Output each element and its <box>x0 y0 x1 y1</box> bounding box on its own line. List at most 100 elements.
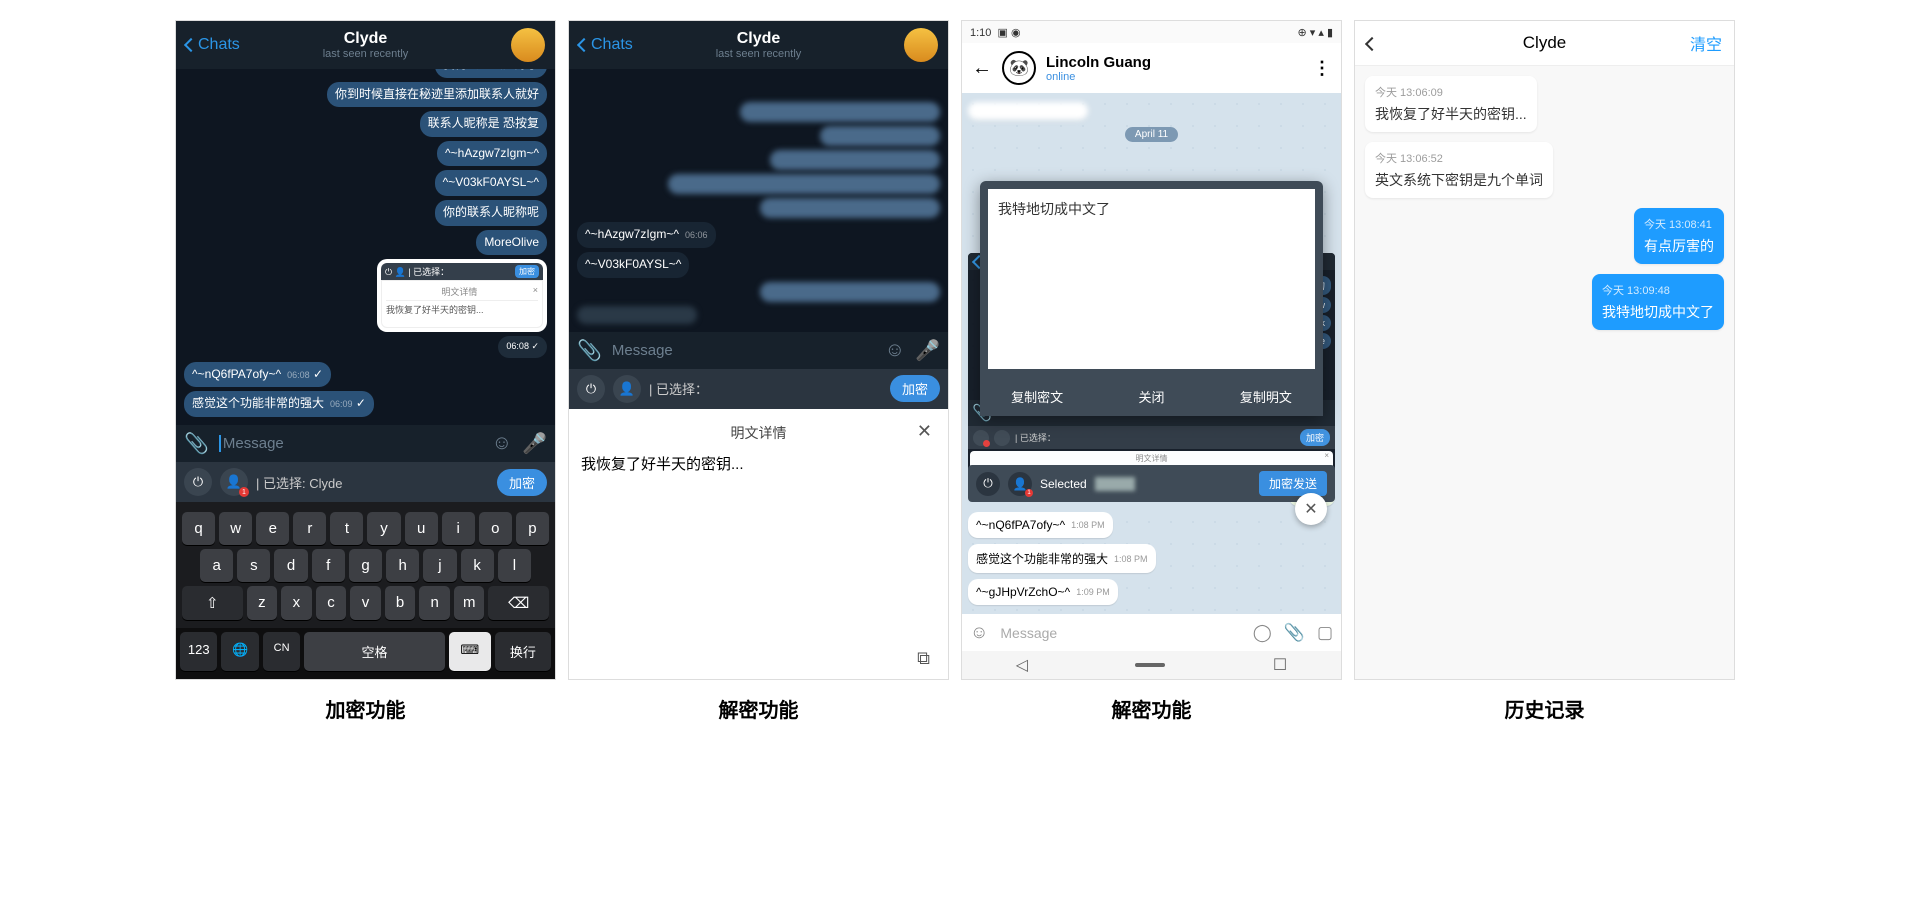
blurred-msg[interactable] <box>668 174 940 194</box>
message-out[interactable]: 我再去睡会儿好了 <box>435 69 547 78</box>
message-nick[interactable]: MoreOlive <box>476 230 547 256</box>
key-i[interactable]: i <box>442 512 475 545</box>
nav-recent[interactable]: ☐ <box>1273 655 1287 675</box>
message-cipher[interactable]: ^~V03kF0AYSL~^ <box>435 170 547 196</box>
history-item[interactable]: 今天 13:06:52英文系统下密钥是九个单词 <box>1365 142 1553 198</box>
power-icon[interactable]: ⏻ <box>976 472 1000 496</box>
key-r[interactable]: r <box>293 512 326 545</box>
avatar[interactable]: 🐼 <box>1002 51 1036 85</box>
contact-icon[interactable]: 👤1 <box>1008 472 1032 496</box>
chat-scroll[interactable]: 恩，麻烦拉 我再去睡会儿好了 你到时候直接在秘迹里添加联系人就好 联系人昵称是 … <box>176 69 555 425</box>
message-input[interactable]: Message <box>612 342 875 359</box>
blurred-msg[interactable] <box>760 282 940 302</box>
shift-key[interactable]: ⇧ <box>182 586 243 620</box>
message-cipher[interactable]: ^~nQ6fPA7ofy~^1:08 PM <box>968 512 1113 538</box>
key-l[interactable]: l <box>498 549 531 582</box>
key-q[interactable]: q <box>182 512 215 545</box>
power-icon[interactable]: ⏻ <box>577 375 605 403</box>
back-icon[interactable]: ← <box>972 57 992 80</box>
key-j[interactable]: j <box>423 549 456 582</box>
attach-icon[interactable]: 📎 <box>1284 623 1305 643</box>
attach-icon[interactable]: 📎 <box>577 338 602 363</box>
key-f[interactable]: f <box>312 549 345 582</box>
key-g[interactable]: g <box>349 549 382 582</box>
back-button[interactable]: Chats <box>579 36 633 54</box>
chat-title[interactable]: Clyde <box>323 30 409 48</box>
history-item[interactable]: 今天 13:09:48我特地切成中文了 <box>1592 274 1724 330</box>
key-n[interactable]: n <box>419 586 450 620</box>
mic-icon[interactable]: ▢ <box>1317 623 1333 643</box>
copy-cipher-button[interactable]: 复制密文 <box>980 377 1094 416</box>
key-s[interactable]: s <box>237 549 270 582</box>
encrypt-button[interactable]: 加密 <box>497 469 547 496</box>
encrypt-button[interactable]: 加密 <box>890 375 940 402</box>
mic-icon[interactable]: 🎤 <box>522 431 547 456</box>
back-button[interactable] <box>1367 33 1377 54</box>
key-x[interactable]: x <box>281 586 312 620</box>
clear-button[interactable]: 清空 <box>1690 31 1722 55</box>
message-zh[interactable]: 感觉这个功能非常的强大1:08 PM <box>968 544 1156 573</box>
key-v[interactable]: v <box>350 586 381 620</box>
key-y[interactable]: y <box>367 512 400 545</box>
key-o[interactable]: o <box>479 512 512 545</box>
key-c[interactable]: c <box>316 586 347 620</box>
avatar[interactable] <box>904 28 938 62</box>
key-m[interactable]: m <box>454 586 485 620</box>
history-item[interactable]: 今天 13:06:09我恢复了好半天的密钥... <box>1365 76 1537 132</box>
key-u[interactable]: u <box>405 512 438 545</box>
message-cipher[interactable]: ^~hAzgw7zIgm~^06:06 <box>577 222 716 248</box>
input-switch-key[interactable]: ⌨ <box>449 632 491 671</box>
history-list[interactable]: 今天 13:06:09我恢复了好半天的密钥... 今天 13:06:52英文系统下… <box>1355 66 1734 679</box>
backspace-key[interactable]: ⌫ <box>488 586 549 620</box>
sticker-icon[interactable]: ☺ <box>492 432 512 455</box>
blurred-msg[interactable] <box>577 306 697 324</box>
mic-icon[interactable]: 🎤 <box>915 338 940 363</box>
embedded-card[interactable]: ⏻ 👤 | 已选择：加密 明文详情 ×我恢复了好半天的密钥... <box>377 259 547 332</box>
blurred-msg[interactable] <box>968 102 1088 120</box>
message-zh[interactable]: 感觉这个功能非常的强大06:09 ✓ <box>184 391 374 417</box>
menu-icon[interactable]: ⋮ <box>1313 58 1331 79</box>
chat-scroll[interactable]: ^~hAzgw7zIgm~^06:06 ^~V03kF0AYSL~^ <box>569 69 948 332</box>
keyboard[interactable]: qwertyuiop asdfghjkl ⇧ zxcvbnm ⌫ <box>176 502 555 628</box>
chat-title[interactable]: Lincoln Guang <box>1046 54 1151 71</box>
key-d[interactable]: d <box>274 549 307 582</box>
globe-key[interactable]: 🌐 <box>221 632 258 671</box>
message-cipher[interactable]: ^~hAzgw7zIgm~^ <box>437 141 547 167</box>
camera-icon[interactable]: ◯ <box>1253 623 1272 643</box>
nav-home[interactable] <box>1135 663 1165 667</box>
message-out[interactable]: 你到时候直接在秘迹里添加联系人就好 <box>327 82 547 108</box>
message-cipher[interactable]: ^~nQ6fPA7ofy~^06:08 ✓ <box>184 362 331 388</box>
copy-icon[interactable]: ⧉ <box>917 648 930 668</box>
blurred-msg[interactable] <box>770 150 940 170</box>
close-fab[interactable]: ✕ <box>1295 493 1327 525</box>
return-key[interactable]: 换行 <box>495 632 551 671</box>
nav-back[interactable]: ◁ <box>1016 655 1028 675</box>
copy-plain-button[interactable]: 复制明文 <box>1209 377 1323 416</box>
key-z[interactable]: z <box>247 586 278 620</box>
num-key[interactable]: 123 <box>180 632 217 671</box>
key-e[interactable]: e <box>256 512 289 545</box>
history-item[interactable]: 今天 13:08:41有点厉害的 <box>1634 208 1724 264</box>
key-k[interactable]: k <box>461 549 494 582</box>
back-button[interactable]: Chats <box>186 36 240 54</box>
avatar[interactable] <box>511 28 545 62</box>
space-key[interactable]: 空格 <box>304 632 444 671</box>
power-icon[interactable]: ⏻ <box>184 468 212 496</box>
key-h[interactable]: h <box>386 549 419 582</box>
message-cipher[interactable]: ^~gJHpVrZchO~^1:09 PM <box>968 579 1118 605</box>
contact-icon[interactable]: 👤1 <box>220 468 248 496</box>
blurred-msg[interactable] <box>820 126 940 146</box>
blurred-msg[interactable] <box>740 102 940 122</box>
message-out[interactable]: 你的联系人昵称呢 <box>435 200 547 226</box>
message-cipher[interactable]: ^~V03kF0AYSL~^ <box>577 252 689 278</box>
close-button[interactable]: 关闭 <box>1094 377 1208 416</box>
key-p[interactable]: p <box>516 512 549 545</box>
close-icon[interactable]: ✕ <box>917 421 932 442</box>
key-t[interactable]: t <box>330 512 363 545</box>
contact-icon[interactable]: 👤 <box>613 375 641 403</box>
key-a[interactable]: a <box>200 549 233 582</box>
emoji-icon[interactable]: ☺ <box>970 622 988 643</box>
key-b[interactable]: b <box>385 586 416 620</box>
message-input[interactable]: Message <box>219 435 482 452</box>
sticker-icon[interactable]: ☺ <box>885 339 905 362</box>
